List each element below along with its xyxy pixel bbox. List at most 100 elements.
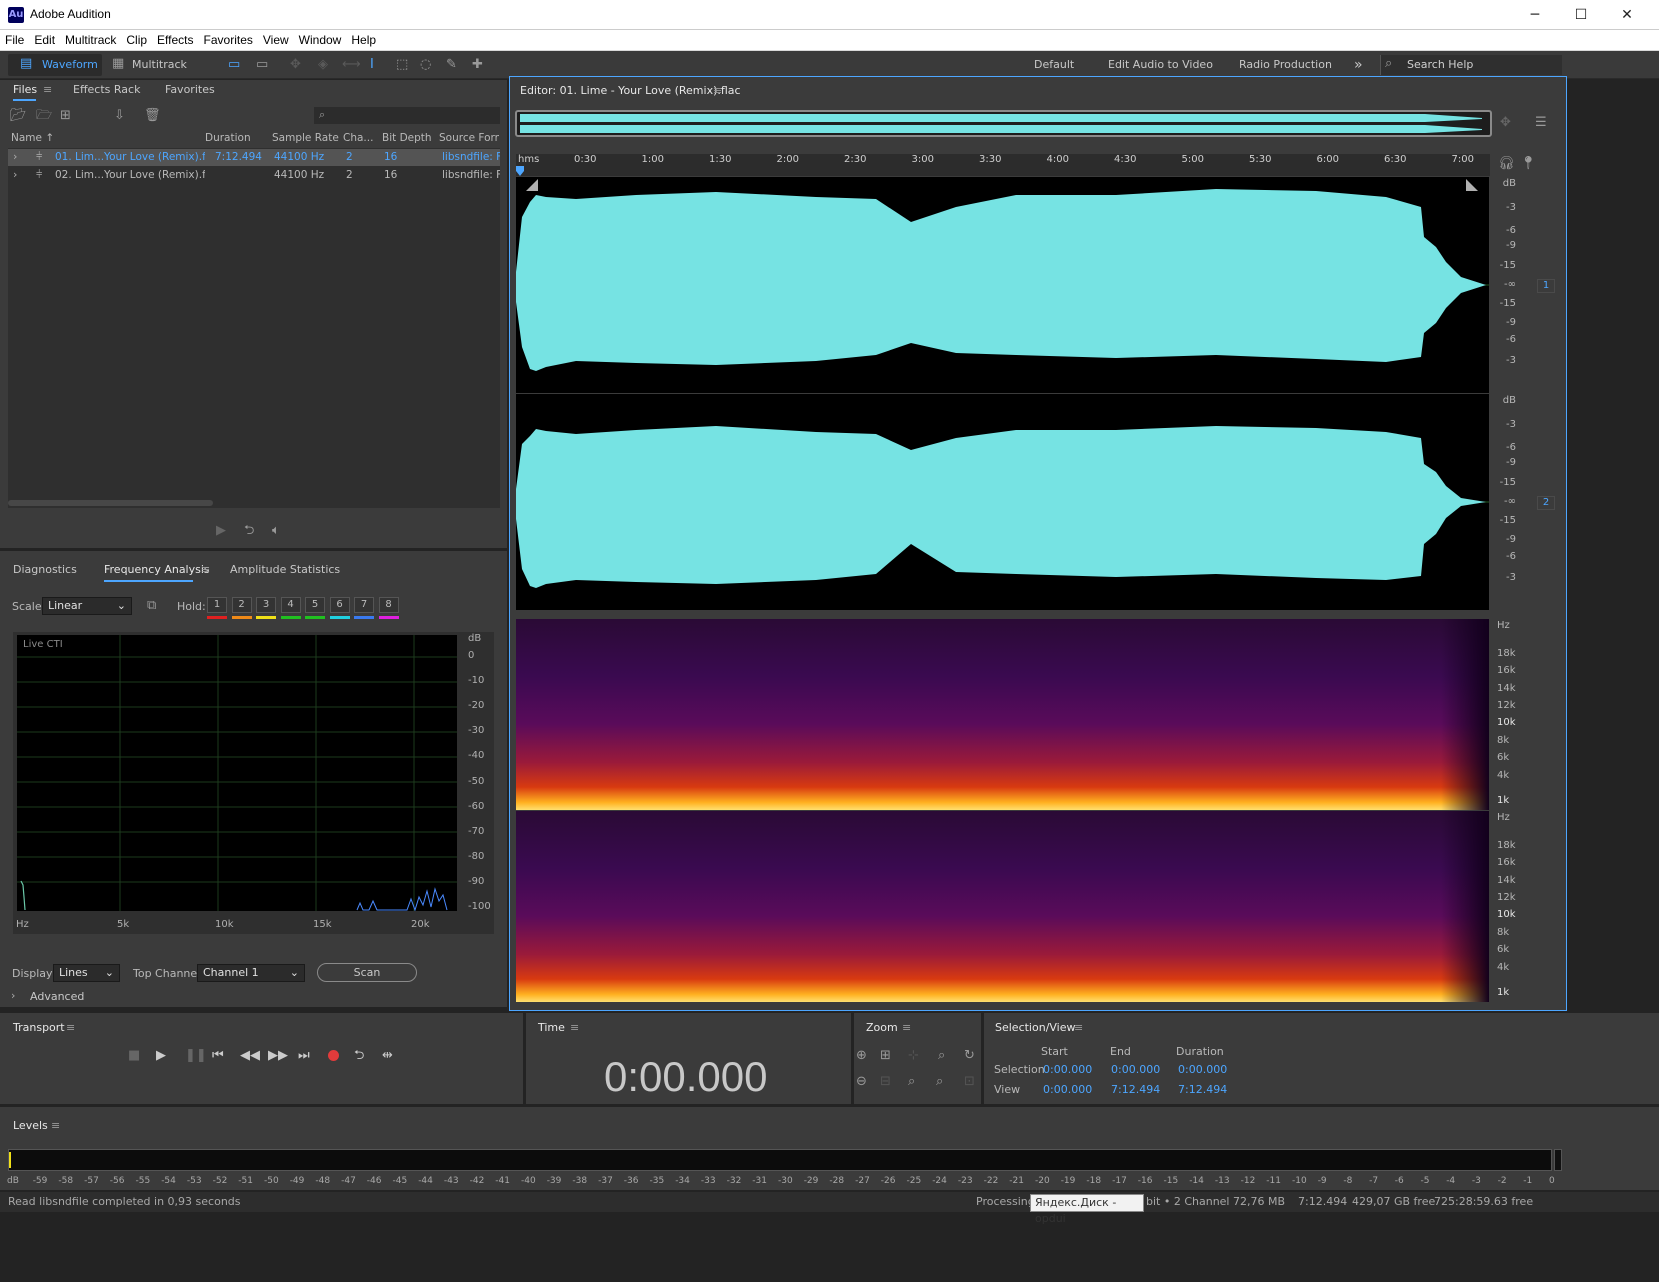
zoom-to-selection-icon[interactable]: ⌕ [908, 1073, 915, 1091]
menu-favorites[interactable]: Favorites [199, 30, 258, 47]
zoom-in-point-icon[interactable]: ⊹ [908, 1047, 919, 1065]
minimize-button[interactable]: ─ [1512, 0, 1558, 30]
spectrogram-channel-2[interactable] [516, 811, 1489, 1002]
hold-button-6[interactable]: 6 [329, 597, 350, 613]
view-duration[interactable]: 7:12.494 [1178, 1083, 1227, 1096]
menu-clip[interactable]: Clip [121, 30, 152, 47]
new-file-icon[interactable]: ⊞ [60, 107, 71, 125]
menu-help[interactable]: Help [346, 30, 381, 47]
hold-button-1[interactable]: 1 [207, 597, 227, 613]
razor-tool-icon[interactable]: ◈ [318, 56, 328, 74]
col-source-format[interactable]: Source Form [439, 132, 499, 144]
clip-indicator[interactable] [1554, 1149, 1562, 1171]
search-help-field[interactable]: ⌕ Search Help [1380, 55, 1562, 75]
scan-button[interactable]: Scan [317, 963, 417, 982]
time-ruler[interactable]: hms 0:30 1:00 1:30 2:00 2:30 3:00 3:30 4:00 4:30 5… [516, 154, 1490, 176]
delete-icon[interactable]: 🗑︎ [144, 107, 161, 125]
stop-icon[interactable]: ■ [128, 1047, 140, 1065]
col-sample-rate[interactable]: Sample Rate [272, 132, 339, 144]
files-filter-input[interactable]: ⌕ [314, 107, 500, 124]
files-menu-icon[interactable]: ≡ [43, 83, 52, 96]
maximize-button[interactable]: ☐ [1558, 0, 1604, 30]
hold-button-5[interactable]: 5 [305, 597, 325, 613]
move-tool-icon[interactable]: ✥ [290, 56, 301, 74]
scale-select[interactable]: Linear ⌄ [42, 597, 132, 615]
transport-menu-icon[interactable]: ≡ [66, 1021, 75, 1034]
skip-selection-icon[interactable]: ⇹ [382, 1047, 393, 1065]
tab-amplitude-statistics[interactable]: Amplitude Statistics [230, 563, 340, 576]
loop-icon[interactable]: ⮌ [354, 1047, 364, 1065]
channel-1-toggle[interactable]: 1 [1537, 279, 1555, 293]
advanced-toggle[interactable]: Advanced [30, 990, 84, 1003]
open-file-icon[interactable]: 📂︎ [10, 107, 27, 125]
waveform-mode-button[interactable]: ▤ Waveform [8, 54, 102, 76]
menu-edit[interactable]: Edit [29, 30, 60, 47]
spectrogram-channel-1[interactable] [516, 619, 1489, 810]
zoom-out-time-icon[interactable]: ⊟ [880, 1073, 891, 1091]
col-channels[interactable]: Cha... [343, 132, 373, 144]
menu-window[interactable]: Window [294, 30, 347, 47]
top-channel-select[interactable]: Channel 1 ⌄ [197, 964, 305, 982]
view-end[interactable]: 7:12.494 [1111, 1083, 1160, 1096]
expand-chevron-icon[interactable]: › [13, 168, 17, 181]
workspace-default[interactable]: Default [1034, 56, 1074, 74]
lasso-tool-icon[interactable]: ◌ [420, 56, 431, 74]
analysis-menu-icon[interactable]: ≡ [201, 563, 210, 576]
import-file-icon[interactable]: 🗁︎ [36, 107, 52, 125]
menu-multitrack[interactable]: Multitrack [60, 30, 121, 47]
col-name[interactable]: Name ↑ [11, 132, 54, 144]
menu-file[interactable]: File [0, 30, 29, 47]
more-workspaces-button[interactable]: » [1354, 56, 1363, 74]
screenshot-icon[interactable]: ⧉ [147, 597, 156, 615]
zoom-out-selection-icon[interactable]: ⊡ [964, 1073, 975, 1091]
col-bit-depth[interactable]: Bit Depth [382, 132, 432, 144]
zoom-navigator-icon[interactable]: ✥ [1500, 114, 1511, 132]
tab-frequency-analysis[interactable]: Frequency Analysis [104, 563, 210, 576]
horizontal-scrollbar[interactable] [8, 500, 213, 506]
waveform-spectral-divider[interactable] [516, 611, 1489, 619]
spot-healing-tool-icon[interactable]: ✚ [472, 56, 483, 74]
time-selection-tool-icon[interactable]: I [370, 56, 374, 74]
zoom-menu-icon[interactable]: ≡ [902, 1021, 911, 1034]
channel-2-toggle[interactable]: 2 [1537, 496, 1555, 510]
zoom-in-time-icon[interactable]: ⊞ [880, 1047, 891, 1065]
workspace-edit-audio-to-video[interactable]: Edit Audio to Video [1108, 56, 1213, 74]
waveform-channel-1[interactable] [516, 177, 1489, 393]
zoom-in-amplitude-icon[interactable]: ⊕ [856, 1047, 867, 1065]
advanced-chevron-icon[interactable]: › [11, 989, 15, 1002]
go-to-start-icon[interactable]: ⏮ [212, 1047, 224, 1065]
display-select[interactable]: Lines ⌄ [53, 964, 120, 982]
menu-effects[interactable]: Effects [152, 30, 198, 47]
editor-menu-icon[interactable]: ≡ [713, 84, 722, 97]
waveform-channel-2[interactable] [516, 394, 1489, 610]
selection-end[interactable]: 0:00.000 [1111, 1063, 1160, 1076]
expand-chevron-icon[interactable]: › [13, 150, 17, 163]
zoom-in-selection-icon[interactable]: ⌕ [938, 1047, 945, 1065]
panel-options-icon[interactable]: ☰ [1535, 114, 1547, 132]
selection-start[interactable]: 0:00.000 [1043, 1063, 1092, 1076]
autoplay-icon[interactable]: 🔈︎ [272, 522, 280, 540]
rewind-icon[interactable]: ◀◀ [240, 1047, 260, 1065]
zoom-out-full-icon[interactable]: ⌕ [936, 1073, 943, 1091]
time-menu-icon[interactable]: ≡ [570, 1021, 579, 1034]
selection-view-menu-icon[interactable]: ≡ [1074, 1021, 1083, 1034]
menu-view[interactable]: View [258, 30, 294, 47]
fast-forward-icon[interactable]: ▶▶ [268, 1047, 288, 1065]
pin-icon[interactable]: 📍︎ [1520, 155, 1537, 173]
brush-tool-icon[interactable]: ✎ [446, 56, 457, 74]
tab-favorites[interactable]: Favorites [165, 83, 215, 96]
selection-duration[interactable]: 0:00.000 [1178, 1063, 1227, 1076]
headphones-icon[interactable]: 🎧︎ [1498, 155, 1515, 173]
hold-button-8[interactable]: 8 [378, 597, 399, 613]
workspace-radio-production[interactable]: Radio Production [1239, 56, 1332, 74]
hold-button-4[interactable]: 4 [280, 597, 301, 613]
record-icon[interactable] [328, 1050, 339, 1061]
zoom-out-amplitude-icon[interactable]: ⊖ [856, 1073, 867, 1091]
tab-files[interactable]: Files [13, 83, 37, 96]
playhead-marker[interactable] [516, 166, 524, 176]
hold-button-2[interactable]: 2 [231, 597, 252, 613]
play-preview-icon[interactable]: ▶ [216, 522, 226, 540]
marquee-tool-icon[interactable]: ⬚ [396, 56, 408, 74]
overview-navigator[interactable] [515, 110, 1492, 137]
pause-icon[interactable]: ❚❚ [185, 1047, 207, 1065]
